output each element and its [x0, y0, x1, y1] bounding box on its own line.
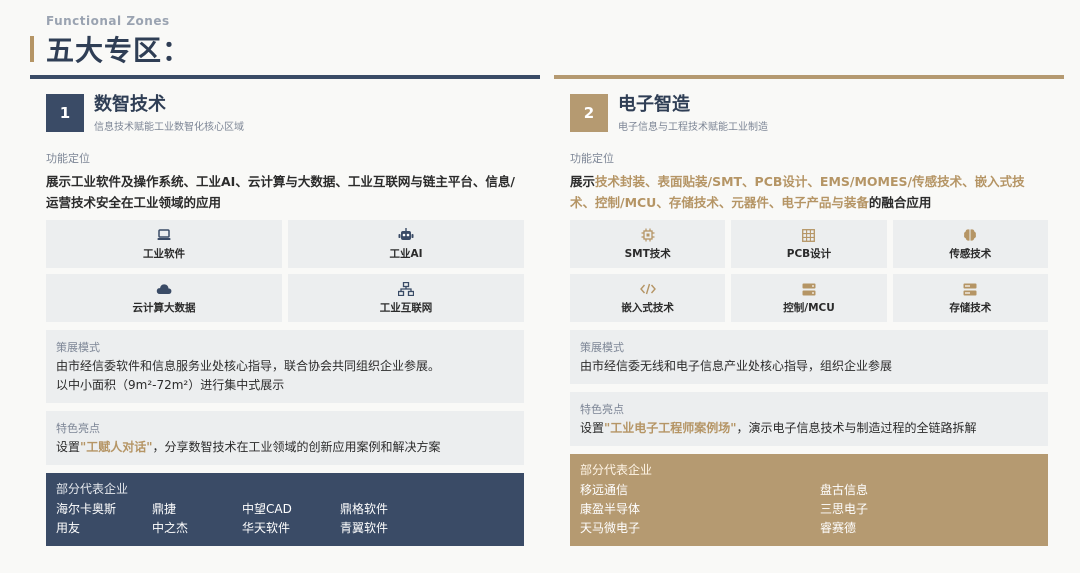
company-name: 睿赛德 [820, 521, 857, 535]
company-name: 青翼软件 [340, 521, 389, 535]
tile-label: PCB设计 [786, 248, 832, 260]
zone-name: 电子智造 [618, 94, 690, 115]
tile-cloud-bigdata[interactable]: 云计算大数据 [46, 274, 282, 322]
tile-label: 工业软件 [143, 248, 185, 260]
feature-label: 特色亮点 [56, 422, 100, 435]
zone-subtitle: 信息技术赋能工业数智化核心区域 [94, 122, 244, 133]
tile-pcb[interactable]: PCB设计 [731, 220, 887, 268]
cloud-icon [156, 281, 172, 297]
company-name: 中之杰 [152, 521, 189, 535]
company-name: 用友 [56, 521, 81, 535]
zone-electronic-manufacturing: 2 电子智造 电子信息与工程技术赋能工业制造 功能定位 展示技术封装、表面贴装/… [570, 94, 1048, 546]
tech-tiles: SMT技术 PCB设计 传感技术 嵌入式技术 控制/MCU 存储技术 [570, 220, 1048, 322]
feature-text: 设置"工赋人对话"，分享数智技术在工业领域的创新应用案例和解决方案 [56, 440, 441, 454]
server-icon [802, 281, 816, 297]
tile-sensing[interactable]: 传感技术 [892, 220, 1048, 268]
tech-tiles: 工业软件 工业AI 云计算大数据 工业互联网 [46, 220, 524, 322]
right-divider [554, 75, 1064, 79]
chip-icon [641, 227, 655, 243]
company-name: 中望CAD [242, 502, 292, 516]
tile-label: 控制/MCU [783, 302, 835, 314]
tile-label: SMT技术 [624, 248, 671, 260]
zone-number: 1 [46, 94, 84, 132]
storage-icon [963, 281, 977, 297]
company-list: 移远通信 盘古信息 康盈半导体 三思电子 天马微电子 睿赛德 [580, 481, 1038, 538]
tile-label: 嵌入式技术 [621, 302, 674, 314]
tile-industrial-software[interactable]: 工业软件 [46, 220, 282, 268]
network-icon [398, 281, 414, 297]
laptop-icon [157, 227, 171, 243]
zone-subtitle: 电子信息与工程技术赋能工业制造 [618, 122, 768, 133]
company-list: 海尔卡奥斯 鼎捷 中望CAD 鼎格软件 用友 中之杰 华天软件 青翼软件 [56, 500, 514, 538]
feature-label: 特色亮点 [580, 403, 624, 416]
code-icon [639, 281, 656, 297]
companies-label: 部分代表企业 [580, 463, 653, 477]
board-icon [802, 227, 816, 243]
tile-industrial-internet[interactable]: 工业互联网 [288, 274, 524, 322]
tile-control-mcu[interactable]: 控制/MCU [731, 274, 887, 322]
position-text: 展示工业软件及操作系统、工业AI、云计算与大数据、工业互联网与链主平台、信息/运… [46, 174, 515, 210]
zone-number: 2 [570, 94, 608, 132]
tile-smt[interactable]: SMT技术 [570, 220, 726, 268]
tile-label: 存储技术 [949, 302, 992, 314]
feature-highlight: "工赋人对话" [80, 440, 153, 454]
feature-text: 设置"工业电子工程师案例场"，演示电子信息技术与制造过程的全链路拆解 [580, 421, 977, 435]
mode-text-line1: 由市经信委无线和电子信息产业处核心指导，组织企业参展 [580, 359, 893, 373]
feature-highlight: "工业电子工程师案例场" [604, 421, 737, 435]
company-name: 华天软件 [242, 521, 291, 535]
position-text: 展示技术封装、表面贴装/SMT、PCB设计、EMS/MOMES/传感技术、嵌入式… [570, 174, 1025, 210]
tile-label: 传感技术 [949, 248, 992, 260]
company-name: 盘古信息 [820, 483, 869, 497]
position-highlight: 技术封装、表面贴装/SMT、PCB设计、EMS/MOMES/传感技术、嵌入式技术… [570, 174, 1025, 210]
representative-companies: 部分代表企业 移远通信 盘古信息 康盈半导体 三思电子 天马微电子 睿赛德 [570, 454, 1048, 546]
header-en: Functional Zones [46, 14, 170, 28]
tile-label: 工业AI [389, 248, 423, 260]
mode-label: 策展模式 [580, 341, 624, 354]
header-accent-bar [30, 36, 34, 62]
tile-industrial-ai[interactable]: 工业AI [288, 220, 524, 268]
mode-text-line1: 由市经信委软件和信息服务业处核心指导，联合协会共同组织企业参展。 [56, 359, 441, 373]
zone-name: 数智技术 [94, 94, 166, 115]
zone-header: 2 电子智造 电子信息与工程技术赋能工业制造 [570, 94, 1048, 134]
mode-text-line2: 以中小面积（9m²-72m²）进行集中式展示 [56, 378, 285, 392]
companies-label: 部分代表企业 [56, 482, 129, 496]
highlight-card: 特色亮点 设置"工业电子工程师案例场"，演示电子信息技术与制造过程的全链路拆解 [570, 392, 1048, 446]
brain-icon [963, 227, 977, 243]
position-label: 功能定位 [570, 152, 614, 165]
page-header: Functional Zones 五大专区： [30, 14, 191, 69]
company-name: 鼎捷 [152, 502, 177, 516]
tile-storage[interactable]: 存储技术 [892, 274, 1048, 322]
page-title: 五大专区： [46, 34, 192, 67]
company-name: 移远通信 [580, 483, 629, 497]
robot-icon [398, 227, 414, 243]
company-name: 海尔卡奥斯 [56, 502, 117, 516]
zone-header: 1 数智技术 信息技术赋能工业数智化核心区域 [46, 94, 524, 134]
company-name: 天马微电子 [580, 521, 641, 535]
highlight-card: 特色亮点 设置"工赋人对话"，分享数智技术在工业领域的创新应用案例和解决方案 [46, 411, 524, 465]
zone-digital-tech: 1 数智技术 信息技术赋能工业数智化核心区域 功能定位 展示工业软件及操作系统、… [46, 94, 524, 546]
curation-mode-card: 策展模式 由市经信委无线和电子信息产业处核心指导，组织企业参展 [570, 330, 1048, 384]
company-name: 康盈半导体 [580, 502, 641, 516]
left-divider [30, 75, 540, 79]
curation-mode-card: 策展模式 由市经信委软件和信息服务业处核心指导，联合协会共同组织企业参展。 以中… [46, 330, 524, 403]
tile-label: 云计算大数据 [132, 302, 196, 314]
company-name: 鼎格软件 [340, 502, 389, 516]
tile-embedded[interactable]: 嵌入式技术 [570, 274, 726, 322]
tile-label: 工业互联网 [379, 302, 433, 314]
mode-label: 策展模式 [56, 341, 100, 354]
company-name: 三思电子 [820, 502, 869, 516]
position-label: 功能定位 [46, 152, 90, 165]
representative-companies: 部分代表企业 海尔卡奥斯 鼎捷 中望CAD 鼎格软件 用友 中之杰 华天软件 青… [46, 473, 524, 546]
